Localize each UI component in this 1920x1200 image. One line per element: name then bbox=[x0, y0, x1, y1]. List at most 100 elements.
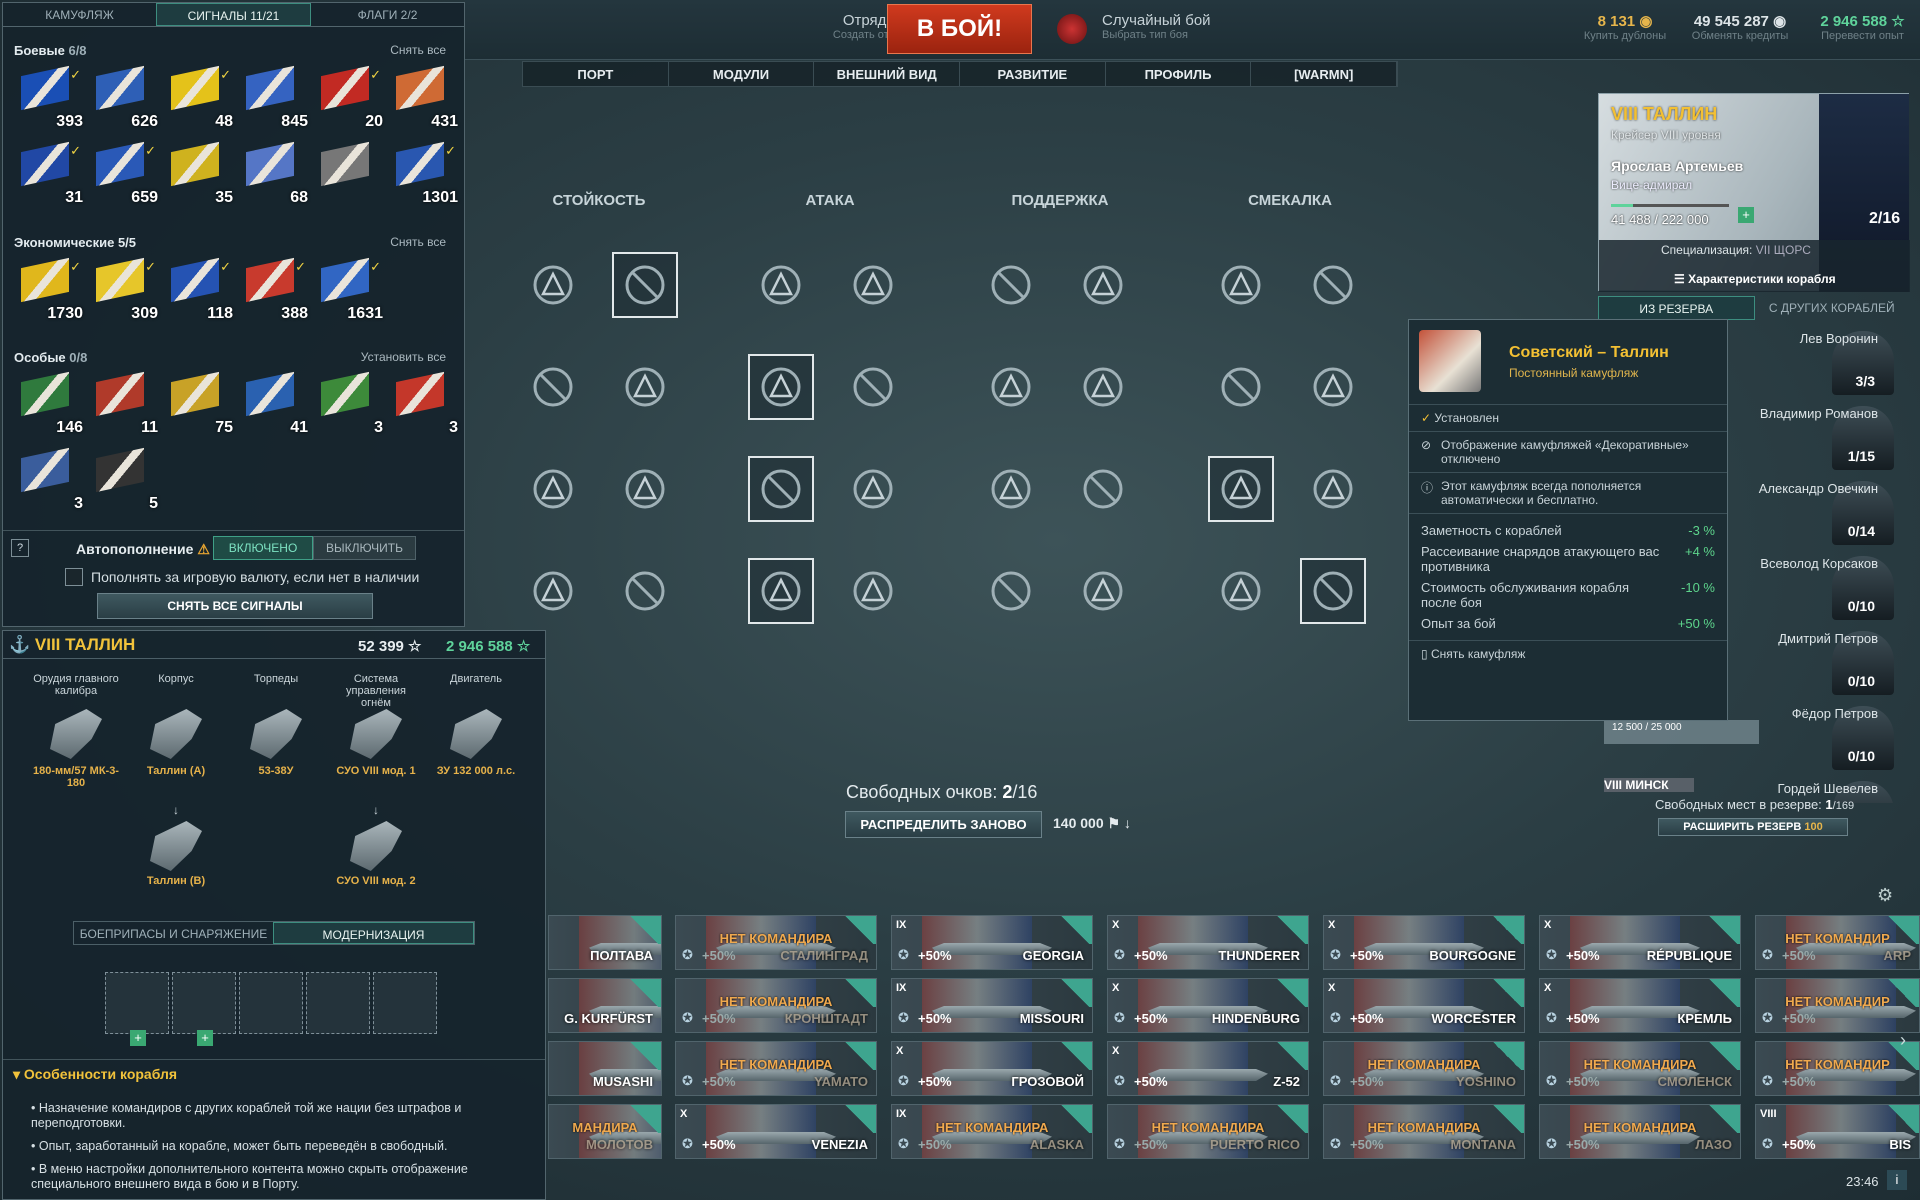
ship-card[interactable]: НЕТ КОМАНДИРА ✪ +50% YAMATO bbox=[675, 1041, 877, 1096]
autofill-off-toggle[interactable]: ВЫКЛЮЧИТЬ bbox=[313, 536, 416, 560]
ship-card[interactable]: IX НЕТ КОМАНДИРА ✪ +50% ALASKA bbox=[891, 1104, 1093, 1159]
ship-card[interactable]: НЕТ КОМАНДИРА ✪ +50% PUERTO RICO bbox=[1107, 1104, 1309, 1159]
carousel-next-arrow-icon[interactable]: › bbox=[1900, 1030, 1906, 1051]
ship-card[interactable]: X ✪ +50% BOURGOGNE bbox=[1323, 915, 1525, 970]
ship-card[interactable]: ПОЛТАВА bbox=[548, 915, 662, 970]
signal-flag[interactable] bbox=[313, 141, 387, 207]
module-upgrade[interactable]: ↓ Таллин (B) bbox=[131, 803, 221, 887]
battle-mode-icon[interactable] bbox=[1057, 14, 1087, 44]
skill-3-3[interactable] bbox=[748, 456, 814, 522]
skill-1-4[interactable] bbox=[840, 252, 906, 318]
signal-flag[interactable]: 146 bbox=[13, 371, 87, 437]
ship-card[interactable]: X ✪ +50% ГРОЗОВОЙ bbox=[891, 1041, 1093, 1096]
battle-button[interactable]: В БОЙ! bbox=[887, 4, 1032, 54]
signal-flag[interactable]: ✓ 48 bbox=[163, 65, 237, 131]
skill-1-5[interactable] bbox=[978, 252, 1044, 318]
signal-flag[interactable]: ✓ 393 bbox=[13, 65, 87, 131]
upgrade-slot-2[interactable] bbox=[172, 972, 236, 1034]
skill-4-4[interactable] bbox=[840, 558, 906, 624]
ship-card[interactable]: IX ✪ +50% GEORGIA bbox=[891, 915, 1093, 970]
install-special-signals-link[interactable]: Установить все bbox=[361, 350, 446, 364]
info-icon[interactable]: i bbox=[1887, 1170, 1907, 1190]
nav-profile[interactable]: ПРОФИЛЬ bbox=[1106, 62, 1252, 86]
nav-clan[interactable]: [WARMN] bbox=[1251, 62, 1398, 86]
upgrade-slot-3[interactable] bbox=[239, 972, 303, 1034]
upgrade-slot-5[interactable] bbox=[373, 972, 437, 1034]
signal-flag[interactable]: 68 bbox=[238, 141, 312, 207]
signal-flag[interactable]: 431 bbox=[388, 65, 462, 131]
tab-flags[interactable]: ФЛАГИ 2/2 bbox=[311, 3, 464, 26]
skill-1-1[interactable] bbox=[520, 252, 586, 318]
signal-flag[interactable]: 3 bbox=[313, 371, 387, 437]
tab-consumables[interactable]: БОЕПРИПАСЫ И СНАРЯЖЕНИЕ bbox=[74, 922, 273, 944]
features-title[interactable]: ▾ Особенности корабля bbox=[13, 1066, 177, 1083]
skill-3-7[interactable] bbox=[1208, 456, 1274, 522]
signal-flag[interactable]: ✓ 118 bbox=[163, 257, 237, 323]
skill-2-1[interactable] bbox=[520, 354, 586, 420]
commander-name[interactable]: Ярослав Артемьев bbox=[1611, 158, 1743, 174]
remove-combat-signals-link[interactable]: Снять все bbox=[390, 43, 446, 57]
module-slot[interactable]: Корпус Таллин (A) bbox=[131, 673, 221, 777]
skill-2-2[interactable] bbox=[612, 354, 678, 420]
module-slot[interactable]: Система управления огнём СУО VIII мод. 1 bbox=[331, 673, 421, 777]
ship-card[interactable]: X ✪ +50% VENEZIA bbox=[675, 1104, 877, 1159]
skill-1-8[interactable] bbox=[1300, 252, 1366, 318]
ship-card[interactable]: X ✪ +50% Z-52 bbox=[1107, 1041, 1309, 1096]
skill-2-5[interactable] bbox=[978, 354, 1044, 420]
ship-card[interactable]: МАНДИРА МОЛОТОВ bbox=[548, 1104, 662, 1159]
tab-upgrades[interactable]: МОДЕРНИЗАЦИЯ bbox=[273, 922, 474, 944]
tooltip-remove-camouflage[interactable]: ▯ Снять камуфляж bbox=[1409, 640, 1727, 667]
ship-card[interactable]: НЕТ КОМАНДИР ✪ +50% bbox=[1755, 978, 1920, 1033]
nav-research[interactable]: РАЗВИТИЕ bbox=[960, 62, 1106, 86]
signal-flag[interactable]: 3 bbox=[13, 447, 87, 513]
tab-from-reserve[interactable]: ИЗ РЕЗЕРВА bbox=[1598, 296, 1755, 320]
skill-3-8[interactable] bbox=[1300, 456, 1366, 522]
module-slot[interactable]: Орудия главного калибра 180-мм/57 МК-3-18… bbox=[31, 673, 121, 789]
ship-card[interactable]: НЕТ КОМАНДИРА ✪ +50% СТАЛИНГРАД bbox=[675, 915, 877, 970]
ship-card[interactable]: НЕТ КОМАНДИР ✪ +50% ARP bbox=[1755, 915, 1920, 970]
ship-card[interactable]: НЕТ КОМАНДИРА ✪ +50% СМОЛЕНСК bbox=[1539, 1041, 1741, 1096]
doubloons[interactable]: 8 131 ◉ Купить дублоны bbox=[1580, 12, 1670, 42]
skill-4-6[interactable] bbox=[1070, 558, 1136, 624]
signal-flag[interactable]: ✓ 659 bbox=[88, 141, 162, 207]
skill-4-5[interactable] bbox=[978, 558, 1044, 624]
module-slot[interactable]: Торпеды 53-38У bbox=[231, 673, 321, 777]
signal-flag[interactable]: 5 bbox=[88, 447, 162, 513]
ship-card[interactable]: НЕТ КОМАНДИР ✪ +50% bbox=[1755, 1041, 1920, 1096]
skill-3-4[interactable] bbox=[840, 456, 906, 522]
skill-1-2[interactable] bbox=[612, 252, 678, 318]
skill-4-7[interactable] bbox=[1208, 558, 1274, 624]
add-upgrade-icon[interactable]: + bbox=[197, 1030, 213, 1046]
nav-port[interactable]: ПОРТ bbox=[523, 62, 669, 86]
add-upgrade-icon[interactable]: + bbox=[130, 1030, 146, 1046]
tab-signals[interactable]: СИГНАЛЫ 11/21 bbox=[156, 3, 311, 26]
skill-2-6[interactable] bbox=[1070, 354, 1136, 420]
skill-3-5[interactable] bbox=[978, 456, 1044, 522]
signal-flag[interactable]: ✓ 1631 bbox=[313, 257, 387, 323]
skill-3-1[interactable] bbox=[520, 456, 586, 522]
module-upgrade[interactable]: ↓ СУО VIII мод. 2 bbox=[331, 803, 421, 887]
ship-card[interactable]: X ✪ +50% RÉPUBLIQUE bbox=[1539, 915, 1741, 970]
skill-4-8[interactable] bbox=[1300, 558, 1366, 624]
expand-reserve-button[interactable]: РАСШИРИТЬ РЕЗЕРВ 100 bbox=[1658, 818, 1848, 836]
ship-card[interactable]: VIII ✪ +50% BIS bbox=[1755, 1104, 1920, 1159]
ship-card[interactable]: НЕТ КОМАНДИРА ✪ +50% ЛАЗО bbox=[1539, 1104, 1741, 1159]
ship-card[interactable]: X ✪ +50% HINDENBURG bbox=[1107, 978, 1309, 1033]
signal-flag[interactable]: 845 bbox=[238, 65, 312, 131]
nav-modules[interactable]: МОДУЛИ bbox=[669, 62, 815, 86]
signal-flag[interactable]: ✓ 31 bbox=[13, 141, 87, 207]
skill-4-1[interactable] bbox=[520, 558, 586, 624]
signal-flag[interactable]: ✓ 309 bbox=[88, 257, 162, 323]
signal-flag[interactable]: 626 bbox=[88, 65, 162, 131]
ship-characteristics-button[interactable]: ☰ Характеристики корабля bbox=[1674, 272, 1836, 286]
tab-from-other-ships[interactable]: С ДРУГИХ КОРАБЛЕЙ bbox=[1755, 296, 1910, 320]
upgrade-slot-1[interactable] bbox=[105, 972, 169, 1034]
help-icon[interactable]: ? bbox=[11, 539, 29, 557]
ship-minsk-label[interactable]: VIII МИНСК bbox=[1604, 778, 1694, 792]
credits[interactable]: 49 545 287 ◉ Обменять кредиты bbox=[1690, 12, 1790, 42]
ship-card[interactable]: MUSASHI bbox=[548, 1041, 662, 1096]
skill-1-3[interactable] bbox=[748, 252, 814, 318]
ship-card[interactable]: IX ✪ +50% MISSOURI bbox=[891, 978, 1093, 1033]
battle-mode-select[interactable]: Случайный бой Выбрать тип боя bbox=[1102, 12, 1211, 41]
skill-1-6[interactable] bbox=[1070, 252, 1136, 318]
